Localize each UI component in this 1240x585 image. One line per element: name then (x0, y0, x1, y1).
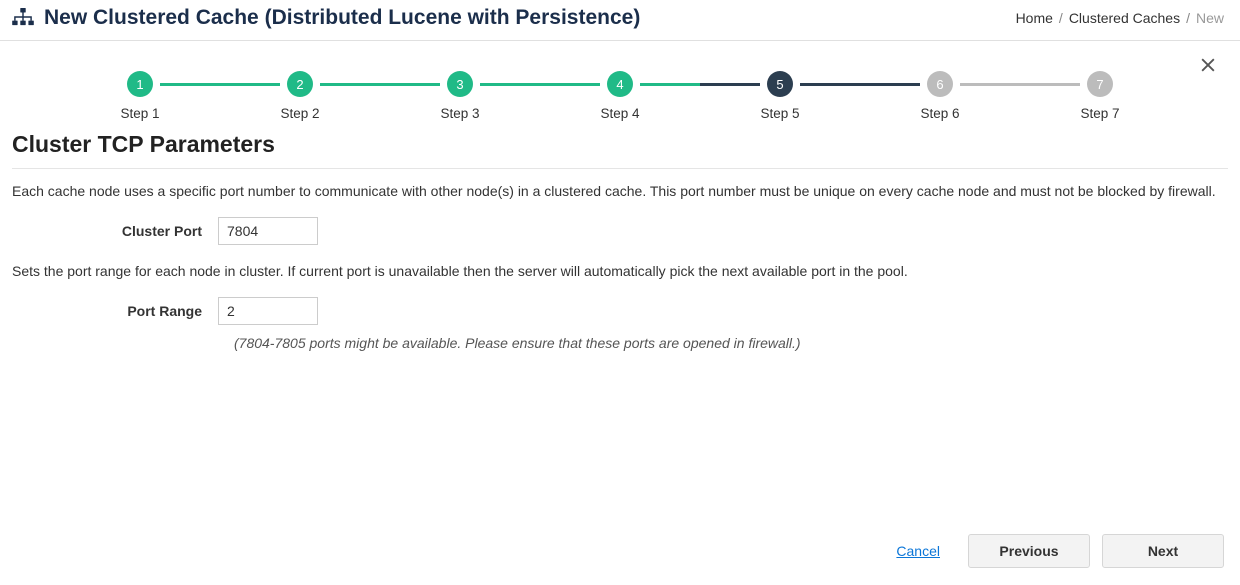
breadcrumb-sep: / (1059, 10, 1063, 26)
step-label: Step 1 (120, 106, 159, 121)
step-6[interactable]: 6 Step 6 (920, 71, 960, 121)
step-label: Step 4 (600, 106, 639, 121)
cluster-port-label: Cluster Port (12, 223, 218, 239)
step-label: Step 5 (760, 106, 799, 121)
sitemap-icon (12, 8, 34, 29)
step-circle: 7 (1087, 71, 1113, 97)
step-connector (160, 83, 280, 86)
step-2[interactable]: 2 Step 2 (280, 71, 320, 121)
section-title: Cluster TCP Parameters (0, 129, 1240, 168)
step-circle: 4 (607, 71, 633, 97)
step-connector (960, 83, 1080, 86)
port-range-label: Port Range (12, 303, 218, 319)
breadcrumb-home[interactable]: Home (1016, 10, 1053, 26)
step-connector (320, 83, 440, 86)
step-circle: 5 (767, 71, 793, 97)
cancel-link[interactable]: Cancel (896, 543, 940, 559)
previous-button[interactable]: Previous (968, 534, 1090, 568)
step-label: Step 2 (280, 106, 319, 121)
wizard-stepper: 1 Step 1 2 Step 2 3 Step 3 4 Step 4 5 St… (0, 41, 1240, 129)
cluster-port-input[interactable] (218, 217, 318, 245)
breadcrumb-sep: / (1186, 10, 1190, 26)
port-range-description: Sets the port range for each node in clu… (0, 263, 1240, 293)
breadcrumb: Home / Clustered Caches / New (1016, 10, 1224, 26)
step-connector (800, 83, 920, 86)
step-connector (640, 83, 760, 86)
step-7[interactable]: 7 Step 7 (1080, 71, 1120, 121)
step-3[interactable]: 3 Step 3 (440, 71, 480, 121)
breadcrumb-caches[interactable]: Clustered Caches (1069, 10, 1180, 26)
step-5[interactable]: 5 Step 5 (760, 71, 800, 121)
step-label: Step 3 (440, 106, 479, 121)
step-circle: 2 (287, 71, 313, 97)
cluster-port-description: Each cache node uses a specific port num… (0, 183, 1240, 213)
step-circle: 3 (447, 71, 473, 97)
page-title: New Clustered Cache (Distributed Lucene … (44, 6, 640, 30)
step-label: Step 6 (920, 106, 959, 121)
section-divider (12, 168, 1228, 169)
port-range-hint: (7804-7805 ports might be available. Ple… (222, 335, 1240, 351)
step-connector (480, 83, 600, 86)
step-circle: 6 (927, 71, 953, 97)
step-4[interactable]: 4 Step 4 (600, 71, 640, 121)
breadcrumb-new: New (1196, 10, 1224, 26)
step-circle: 1 (127, 71, 153, 97)
port-range-input[interactable] (218, 297, 318, 325)
step-label: Step 7 (1080, 106, 1119, 121)
next-button[interactable]: Next (1102, 534, 1224, 568)
close-icon[interactable] (1198, 55, 1218, 78)
step-1[interactable]: 1 Step 1 (120, 71, 160, 121)
